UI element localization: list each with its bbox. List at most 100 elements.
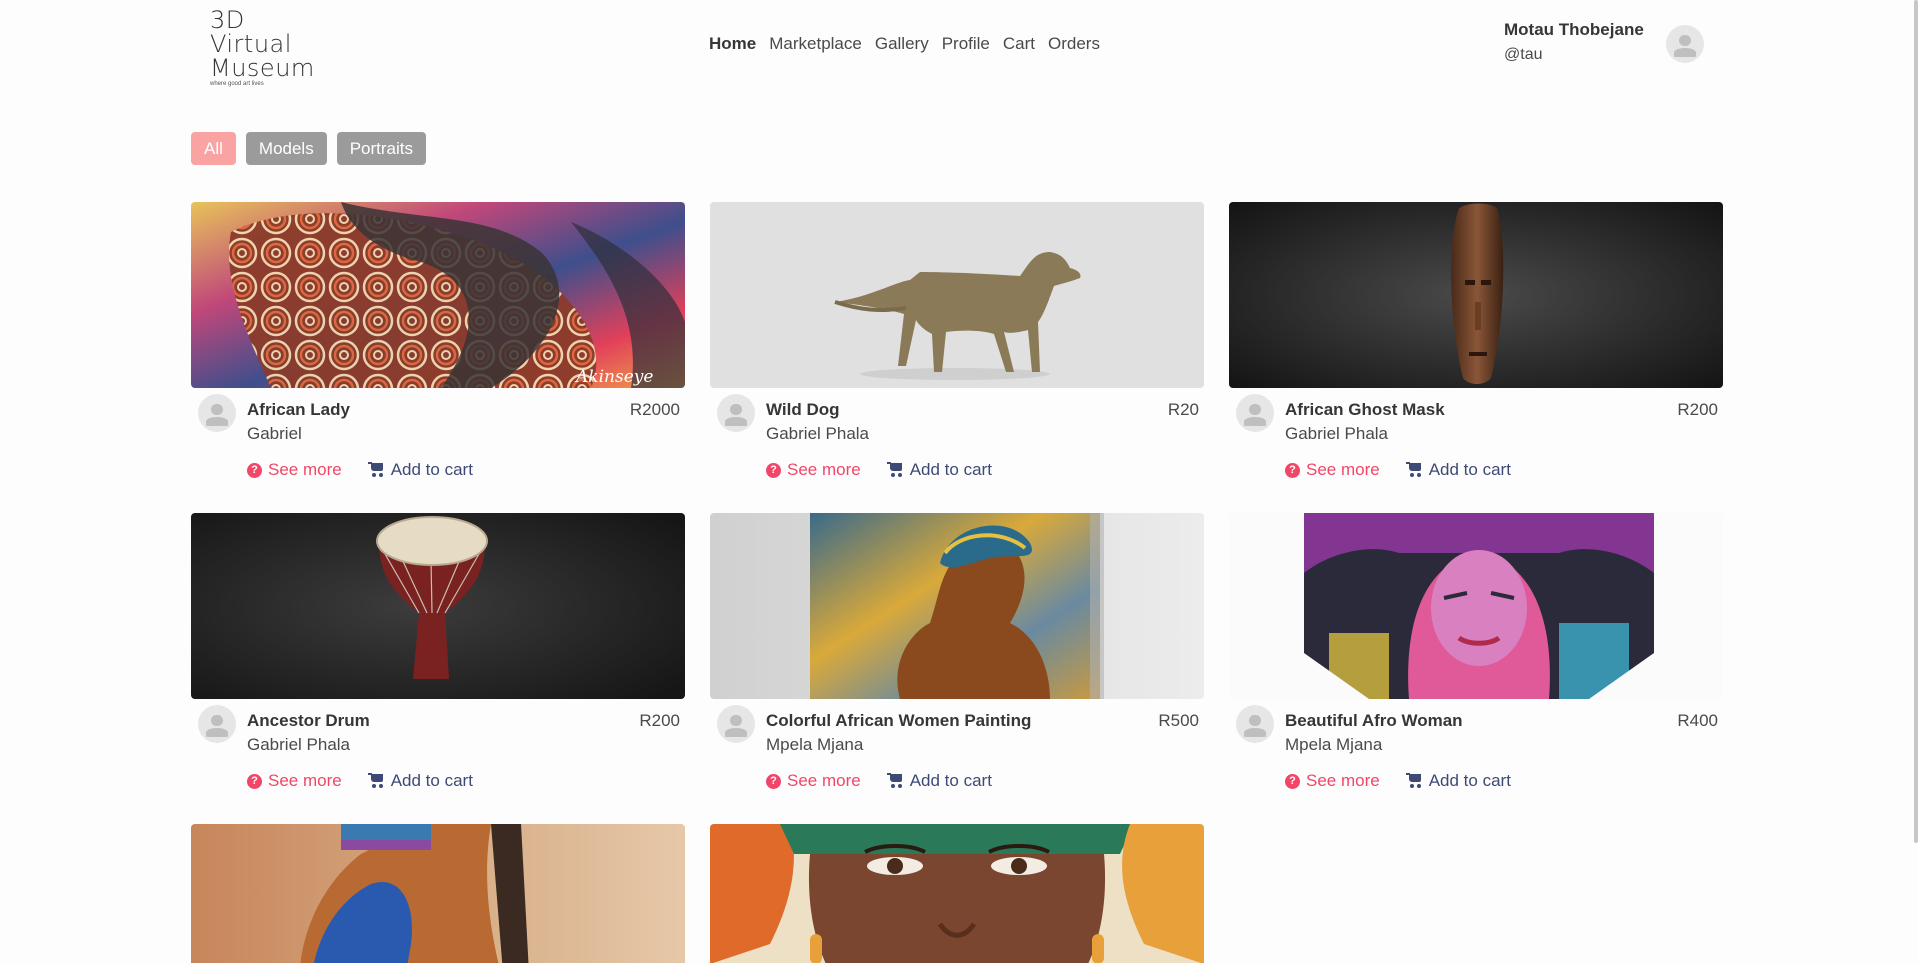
cart-plus-icon [886, 773, 905, 789]
artist-signature: Akinseye [574, 367, 653, 387]
user-handle: @tau [1504, 46, 1543, 63]
artwork-image[interactable] [191, 513, 685, 699]
artwork-card [191, 824, 685, 963]
filter-all[interactable]: All [191, 132, 236, 165]
user-info[interactable]: Motau Thobejane @tau [1504, 20, 1644, 64]
question-icon: ? [247, 462, 262, 478]
artwork-author: Gabriel Phala [247, 735, 351, 754]
artwork-image[interactable] [710, 513, 1204, 699]
artwork-price: R400 [1677, 711, 1718, 730]
artwork-price: R20 [1167, 400, 1199, 419]
artwork-image[interactable] [710, 824, 1204, 963]
nav-profile[interactable]: Profile [942, 34, 990, 54]
question-icon: ? [247, 773, 262, 789]
cart-plus-icon [367, 773, 386, 789]
nav-gallery[interactable]: Gallery [875, 34, 929, 54]
see-more-label: See more [268, 460, 342, 479]
add-to-cart-label: Add to cart [1428, 460, 1511, 479]
see-more-link[interactable]: ? See more [247, 771, 342, 791]
user-name: Motau Thobejane [1504, 20, 1644, 39]
artwork-title[interactable]: Wild Dog [766, 400, 840, 420]
category-filters: All Models Portraits [191, 132, 427, 165]
artwork-image[interactable]: Akinseye [191, 202, 685, 388]
see-more-link[interactable]: ? See more [1285, 771, 1380, 791]
artwork-author: Gabriel Phala [766, 424, 870, 443]
artwork-card: Akinseye African Lady R2000 Gabriel ? See… [191, 202, 685, 479]
card-actions: ? See more Add to cart [247, 771, 473, 791]
top-header: 3D Virtual Museum where good art lives H… [0, 0, 1918, 90]
filter-models[interactable]: Models [245, 132, 327, 165]
nav-cart[interactable]: Cart [1003, 34, 1035, 54]
nav-home[interactable]: Home [709, 34, 756, 54]
cart-plus-icon [367, 462, 386, 478]
artwork-image[interactable] [1229, 513, 1723, 699]
see-more-link[interactable]: ? See more [247, 460, 342, 480]
see-more-link[interactable]: ? See more [1285, 460, 1380, 480]
artwork-card: Beautiful Afro Woman R400 Mpela Mjana ? S… [1229, 513, 1723, 790]
artwork-title[interactable]: Ancestor Drum [247, 711, 370, 731]
cart-plus-icon [1405, 462, 1424, 478]
author-avatar-icon [198, 394, 236, 432]
artwork-price: R200 [639, 711, 680, 730]
author-avatar-icon [1236, 394, 1274, 432]
add-to-cart-button[interactable]: Add to cart [1405, 771, 1511, 791]
add-to-cart-label: Add to cart [1428, 771, 1511, 790]
artwork-card [710, 824, 1204, 963]
author-avatar-icon [717, 705, 755, 743]
nav-marketplace[interactable]: Marketplace [769, 34, 862, 54]
artwork-price: R200 [1677, 400, 1718, 419]
nav-orders[interactable]: Orders [1048, 34, 1100, 54]
see-more-label: See more [268, 771, 342, 790]
artwork-author: Mpela Mjana [766, 735, 864, 754]
see-more-label: See more [1306, 460, 1380, 479]
question-icon: ? [766, 462, 781, 478]
filter-portraits[interactable]: Portraits [336, 132, 427, 165]
add-to-cart-button[interactable]: Add to cart [886, 771, 992, 791]
artwork-card: Wild Dog R20 Gabriel Phala ? See more Add… [710, 202, 1204, 479]
card-actions: ? See more Add to cart [247, 460, 473, 480]
see-more-label: See more [787, 771, 861, 790]
card-actions: ? See more Add to cart [1285, 460, 1511, 480]
museum-logo[interactable]: 3D Virtual Museum where good art lives [210, 6, 320, 87]
artwork-title[interactable]: African Ghost Mask [1285, 400, 1445, 420]
artwork-card: Colorful African Women Painting R500 Mpe… [710, 513, 1204, 790]
see-more-link[interactable]: ? See more [766, 771, 861, 791]
user-avatar-icon[interactable] [1666, 25, 1704, 63]
see-more-link[interactable]: ? See more [766, 460, 861, 480]
artwork-card: African Ghost Mask R200 Gabriel Phala ? S… [1229, 202, 1723, 479]
see-more-label: See more [787, 460, 861, 479]
main-nav: Home Marketplace Gallery Profile Cart Or… [709, 34, 1100, 54]
add-to-cart-label: Add to cart [390, 771, 473, 790]
card-actions: ? See more Add to cart [766, 460, 992, 480]
page-scrollbar[interactable] [1914, 0, 1918, 843]
question-icon: ? [766, 773, 781, 789]
artwork-author: Gabriel [247, 424, 302, 443]
logo-line-1: 3D [210, 6, 245, 34]
add-to-cart-label: Add to cart [909, 771, 992, 790]
card-actions: ? See more Add to cart [1285, 771, 1511, 791]
author-avatar-icon [1236, 705, 1274, 743]
card-actions: ? See more Add to cart [766, 771, 992, 791]
artwork-title[interactable]: African Lady [247, 400, 350, 420]
add-to-cart-button[interactable]: Add to cart [367, 460, 473, 480]
logo-line-2: Virtual [210, 30, 292, 58]
author-avatar-icon [198, 705, 236, 743]
question-icon: ? [1285, 773, 1300, 789]
artwork-image[interactable] [1229, 202, 1723, 388]
artwork-author: Mpela Mjana [1285, 735, 1383, 754]
add-to-cart-button[interactable]: Add to cart [367, 771, 473, 791]
logo-line-3: Museum [210, 54, 315, 82]
artwork-title[interactable]: Colorful African Women Painting [766, 711, 1031, 731]
see-more-label: See more [1306, 771, 1380, 790]
artwork-title[interactable]: Beautiful Afro Woman [1285, 711, 1463, 731]
add-to-cart-label: Add to cart [390, 460, 473, 479]
add-to-cart-button[interactable]: Add to cart [1405, 460, 1511, 480]
artwork-card: Ancestor Drum R200 Gabriel Phala ? See mo… [191, 513, 685, 790]
artwork-image[interactable] [191, 824, 685, 963]
artwork-price: R2000 [629, 400, 680, 419]
question-icon: ? [1285, 462, 1300, 478]
add-to-cart-button[interactable]: Add to cart [886, 460, 992, 480]
artwork-image[interactable] [710, 202, 1204, 388]
artwork-author: Gabriel Phala [1285, 424, 1389, 443]
cart-plus-icon [886, 462, 905, 478]
